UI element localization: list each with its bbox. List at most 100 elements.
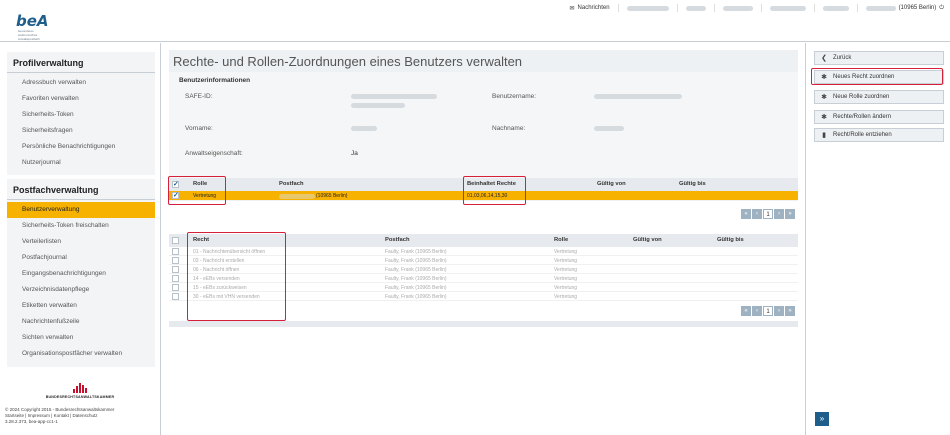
sidebar-item-fusszeile[interactable]: Nachrichtenfußzeile [7, 314, 155, 330]
account-menu[interactable]: (10965 Berlin) ⏻ [865, 5, 944, 12]
user-info-heading: Benutzerinformationen [179, 77, 251, 84]
action-panel: ❮ Zurück ✱ Neues Recht zuordnen ✱ Neue R… [805, 43, 950, 435]
redacted-account-name [865, 5, 896, 11]
sidebar-item-sicherheits-token[interactable]: Sicherheits-Token [7, 107, 155, 123]
col-postfach[interactable]: Postfach [385, 237, 409, 243]
sidebar-item-token-freischalten[interactable]: Sicherheits-Token freischalten [7, 218, 155, 234]
top-bar: beA besonderes elektronisches Anwaltspos… [0, 0, 950, 42]
redacted-safe-id [351, 103, 405, 108]
envelope-icon: ✉ [569, 5, 575, 12]
account-suffix: (10965 Berlin) [898, 5, 937, 11]
highlight-recht-column [187, 232, 286, 321]
redacted-nav-item[interactable] [626, 5, 669, 11]
postfach-section: Postfachverwaltung Benutzerverwaltung Si… [7, 179, 155, 367]
sidebar-item-eingangsbenachrichtigungen[interactable]: Eingangsbenachrichtigungen [7, 266, 155, 282]
redacted-safe-id [351, 94, 437, 99]
brak-logo: BUNDESRECHTSANWALTSKAMMER [20, 383, 140, 399]
pager-first[interactable]: « [741, 209, 751, 219]
select-all-rights-checkbox[interactable] [172, 237, 179, 244]
row-checkbox[interactable] [172, 284, 179, 291]
revoke-right-button[interactable]: ▮ Recht/Rolle entziehen [814, 128, 944, 142]
messages-label: Nachrichten [577, 5, 610, 11]
row-rolle: Vertretung [554, 276, 578, 282]
sidebar-item-organisationspostfaecher[interactable]: Organisationspostfächer verwalten [7, 346, 155, 362]
sidebar-item-favoriten[interactable]: Favoriten verwalten [7, 91, 155, 107]
redacted-nav-item[interactable] [722, 5, 753, 11]
col-gueltig-von[interactable]: Gültig von [633, 237, 662, 243]
pager-current[interactable]: 1 [763, 209, 773, 219]
sidebar-item-postfachjournal[interactable]: Postfachjournal [7, 250, 155, 266]
back-label: Zurück [833, 55, 852, 61]
logo-tagline: besonderes elektronisches Anwaltspostfac… [18, 29, 40, 41]
sidebar-item-benachrichtigungen[interactable]: Persönliche Benachrichtigungen [7, 139, 155, 155]
brak-logo-label: BUNDESRECHTSANWALTSKAMMER [45, 395, 115, 399]
pager-next[interactable]: › [774, 306, 784, 316]
col-gueltig-bis[interactable]: Gültig bis [717, 237, 744, 243]
bea-logo[interactable]: beA besonderes elektronisches Anwaltspos… [6, 8, 52, 41]
pager-first[interactable]: « [741, 306, 751, 316]
redacted-nav-item[interactable] [769, 5, 806, 11]
col-rolle[interactable]: Rolle [554, 237, 568, 243]
sidebar-item-verzeichnisdatenpflege[interactable]: Verzeichnisdatenpflege [7, 282, 155, 298]
sidebar-item-sichten[interactable]: Sichten verwalten [7, 330, 155, 346]
sidebar-item-verteilerlisten[interactable]: Verteilerlisten [7, 234, 155, 250]
row-rolle: Vertretung [554, 249, 578, 255]
new-role-button[interactable]: ✱ Neue Rolle zuordnen [814, 90, 944, 104]
col-gueltig-bis[interactable]: Gültig bis [679, 181, 706, 187]
row-checkbox[interactable] [172, 266, 179, 273]
pager-prev[interactable]: ‹ [752, 306, 762, 316]
pager-next[interactable]: › [774, 209, 784, 219]
main-content: Rechte- und Rollen-Zuordnungen eines Ben… [169, 50, 798, 327]
col-gueltig-von[interactable]: Gültig von [597, 181, 626, 187]
sidebar-item-etiketten[interactable]: Etiketten verwalten [7, 298, 155, 314]
redacted-nav-item[interactable] [685, 5, 706, 11]
lawyer-label: Anwaltseigenschaft: [185, 150, 243, 157]
logo-text: beA [16, 12, 49, 30]
new-role-label: Neue Rolle zuordnen [833, 94, 890, 100]
profile-section-title: Profilverwaltung [7, 52, 155, 73]
footer: © 2024 Copyright 2015 - Bundesrechtsanwa… [5, 407, 114, 425]
footer-version: 3.28.2.373, bea-app-cc1-1 [5, 419, 58, 424]
pager-current[interactable]: 1 [763, 306, 773, 316]
row-rolle: Vertretung [554, 267, 578, 273]
user-info-panel: Benutzerinformationen SAFE-ID: Benutzern… [169, 72, 798, 185]
row-checkbox[interactable] [172, 275, 179, 282]
gear-icon: ✱ [821, 94, 827, 101]
redacted-username [594, 94, 682, 99]
sidebar-item-sicherheitsfragen[interactable]: Sicherheitsfragen [7, 123, 155, 139]
lastname-label: Nachname: [492, 125, 526, 132]
highlight-rolle [168, 176, 226, 205]
sidebar-item-benutzerverwaltung[interactable]: Benutzerverwaltung [7, 202, 155, 218]
redacted-postfach-name [279, 194, 315, 199]
sidebar-item-adressbuch[interactable]: Adressbuch verwalten [7, 75, 155, 91]
redacted-nav-item[interactable] [822, 5, 849, 11]
power-icon[interactable]: ⏻ [939, 5, 944, 12]
expand-panel-button[interactable]: » [815, 412, 829, 426]
row-checkbox[interactable] [172, 257, 179, 264]
roles-pager: « ‹ 1 › » [741, 209, 795, 219]
pager-last[interactable]: » [785, 306, 795, 316]
highlight-rechte [463, 176, 526, 205]
back-button[interactable]: ❮ Zurück [814, 51, 944, 65]
redacted-firstname [351, 126, 377, 131]
pager-prev[interactable]: ‹ [752, 209, 762, 219]
rights-pager: « ‹ 1 › » [741, 306, 795, 316]
row-rolle: Vertretung [554, 258, 578, 264]
row-postfach-suffix: (10965 Berlin) [316, 193, 348, 199]
pager-last[interactable]: » [785, 209, 795, 219]
row-postfach: Faulty, Frank (10965 Berlin) [385, 294, 447, 300]
row-checkbox[interactable] [172, 293, 179, 300]
col-postfach[interactable]: Postfach [279, 181, 303, 187]
left-sidebar: Profilverwaltung Adressbuch verwalten Fa… [0, 43, 161, 435]
sidebar-item-nutzerjournal[interactable]: Nutzerjournal [7, 155, 155, 171]
firstname-label: Vorname: [185, 125, 213, 132]
trash-icon: ▮ [822, 132, 826, 139]
row-rolle: Vertretung [554, 294, 578, 300]
messages-link[interactable]: ✉ Nachrichten [570, 5, 610, 12]
row-postfach: Faulty, Frank (10965 Berlin) [385, 267, 447, 273]
profile-section: Profilverwaltung Adressbuch verwalten Fa… [7, 52, 155, 175]
redacted-lastname [594, 126, 624, 131]
row-postfach: Faulty, Frank (10965 Berlin) [385, 258, 447, 264]
row-checkbox[interactable] [172, 248, 179, 255]
change-rights-button[interactable]: ✱ Rechte/Rollen ändern [814, 110, 944, 124]
